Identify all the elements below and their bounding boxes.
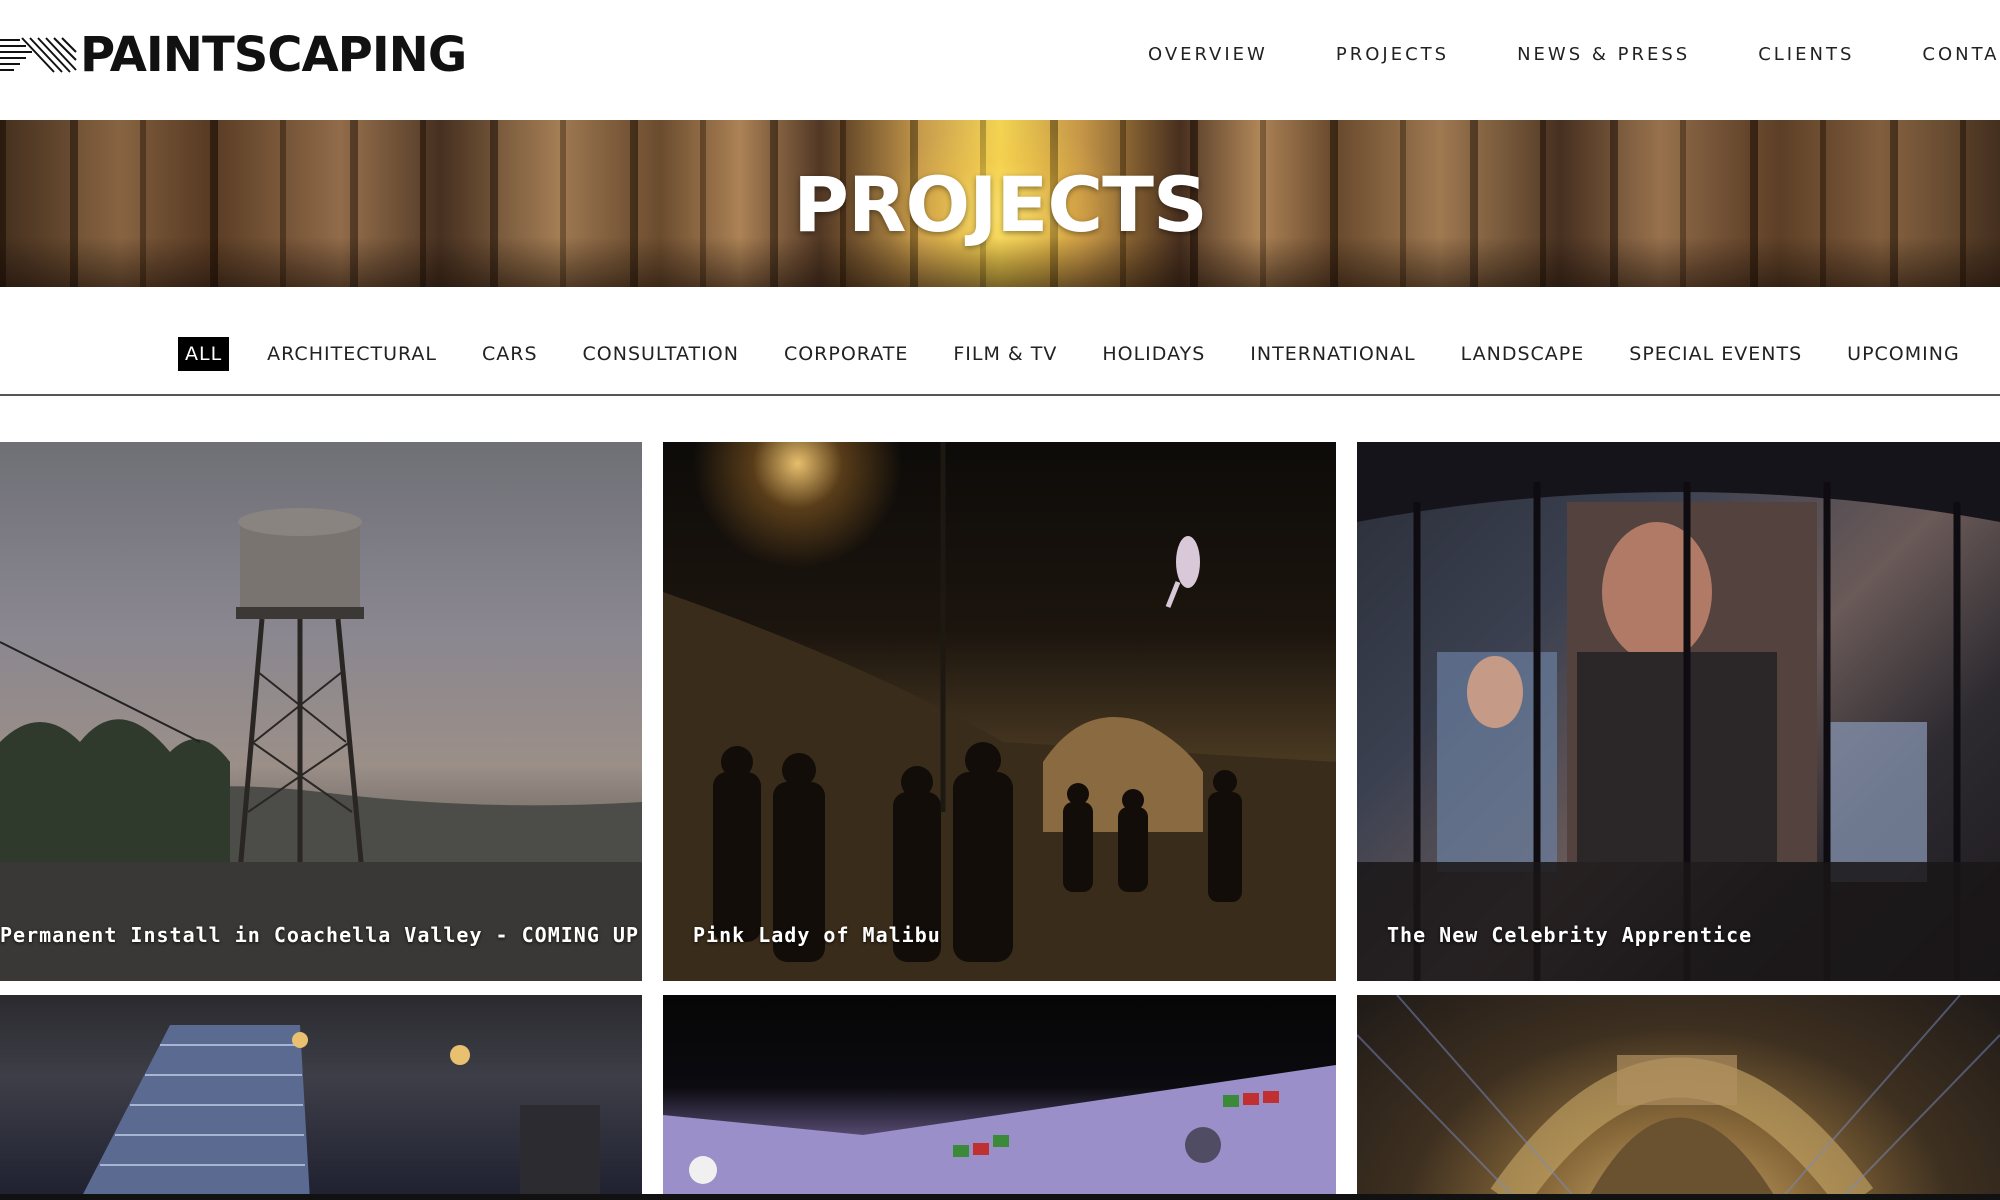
hero-banner: PROJECTS: [0, 120, 2000, 287]
project-tile-coachella[interactable]: Permanent Install in Coachella Valley - …: [0, 442, 642, 981]
water-tower-image: [0, 508, 642, 981]
nav-projects[interactable]: PROJECTS: [1336, 44, 1449, 65]
night-crowd-image: [663, 442, 1336, 981]
nav-clients[interactable]: CLIENTS: [1758, 44, 1854, 65]
site-header: PAINTSCAPING OVERVIEW PROJECTS NEWS & PR…: [0, 0, 2000, 120]
project-tile-5[interactable]: [663, 995, 1336, 1200]
vaulted-ceiling-image: [1357, 995, 2000, 1200]
site-logo[interactable]: PAINTSCAPING: [0, 27, 467, 83]
filter-special-events[interactable]: SPECIAL EVENTS: [1622, 337, 1809, 371]
main-nav: OVERVIEW PROJECTS NEWS & PRESS CLIENTS C…: [1148, 44, 2000, 65]
category-filters: ALL ARCHITECTURAL CARS CONSULTATION CORP…: [178, 337, 1998, 371]
filter-landscape[interactable]: LANDSCAPE: [1454, 337, 1592, 371]
nav-news-press[interactable]: NEWS & PRESS: [1517, 44, 1690, 65]
bottom-edge: [0, 1194, 2000, 1200]
filter-divider: [0, 394, 2000, 396]
project-title: The New Celebrity Apprentice: [1387, 923, 1753, 947]
filter-architectural[interactable]: ARCHITECTURAL: [260, 337, 444, 371]
filter-upcoming[interactable]: UPCOMING: [1840, 337, 1967, 371]
logo-mark-icon: [0, 37, 77, 73]
filter-corporate[interactable]: CORPORATE: [777, 337, 915, 371]
filter-film-tv[interactable]: FILM & TV: [946, 337, 1064, 371]
project-title: Pink Lady of Malibu: [693, 923, 941, 947]
filter-all[interactable]: ALL: [178, 337, 230, 371]
project-tile-4[interactable]: [0, 995, 642, 1200]
filter-international[interactable]: INTERNATIONAL: [1243, 337, 1422, 371]
project-tile-pink-lady[interactable]: Pink Lady of Malibu: [663, 442, 1336, 981]
filter-cars[interactable]: CARS: [475, 337, 545, 371]
project-tile-celebrity-apprentice[interactable]: The New Celebrity Apprentice: [1357, 442, 2000, 981]
project-tile-6[interactable]: [1357, 995, 2000, 1200]
projection-mapping-image: [1357, 442, 2000, 981]
filter-holidays[interactable]: HOLIDAYS: [1095, 337, 1212, 371]
page-title: PROJECTS: [793, 160, 1207, 249]
staircase-image: [80, 1025, 600, 1200]
nav-contact[interactable]: CONTA: [1922, 44, 1999, 65]
project-title: Permanent Install in Coachella Valley - …: [0, 923, 640, 947]
holiday-projection-image: [663, 1065, 1336, 1200]
filter-consultation[interactable]: CONSULTATION: [576, 337, 746, 371]
nav-overview[interactable]: OVERVIEW: [1148, 44, 1268, 65]
logo-text: PAINTSCAPING: [80, 27, 467, 83]
